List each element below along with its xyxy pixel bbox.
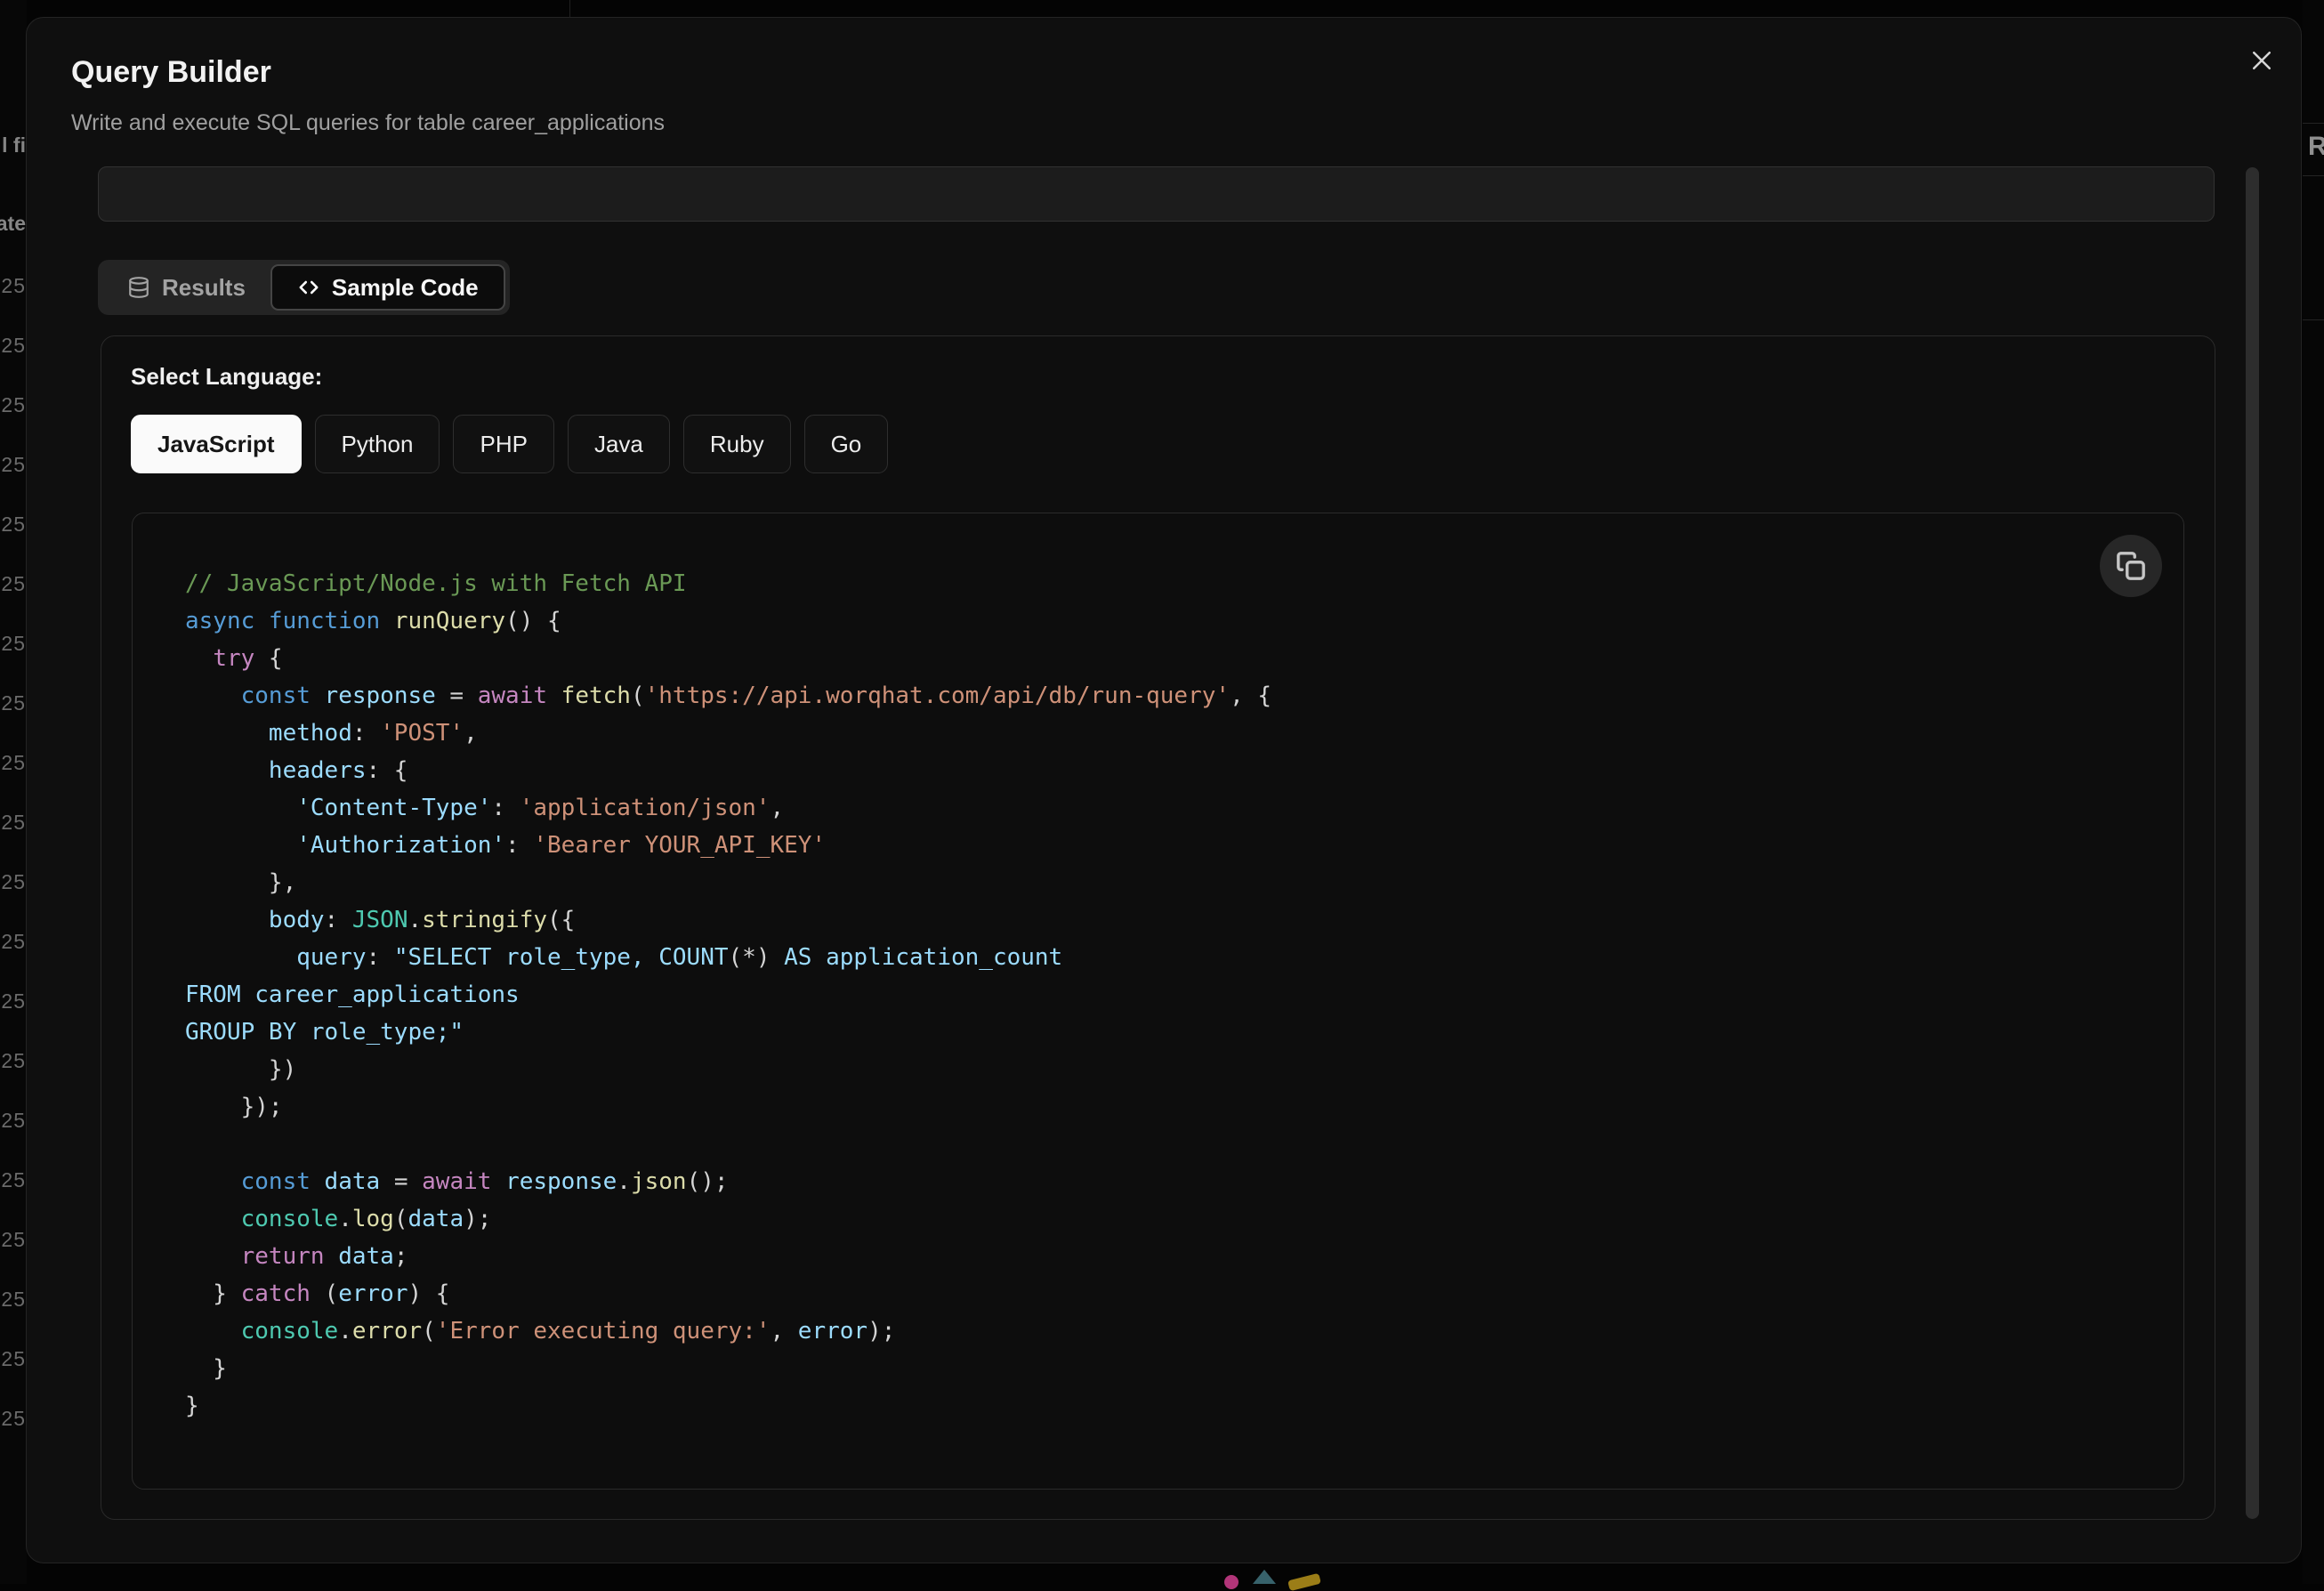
- background-right-hairline: [2303, 175, 2324, 176]
- code-line: method: 'POST',: [185, 715, 2148, 752]
- background-right-fragment: R: [2308, 132, 2324, 162]
- code-line: console.error('Error executing query:', …: [185, 1312, 2148, 1350]
- tab-sample-code-label: Sample Code: [332, 274, 479, 302]
- code-line: const data = await response.json();: [185, 1163, 2148, 1200]
- code-line: body: JSON.stringify({: [185, 901, 2148, 939]
- tab-results-label: Results: [162, 274, 246, 302]
- code-line: 'Content-Type': 'application/json',: [185, 789, 2148, 827]
- language-button-ruby[interactable]: Ruby: [683, 415, 791, 473]
- sample-code-panel: Select Language: JavaScript Python PHP J…: [101, 335, 2215, 1520]
- language-button-python[interactable]: Python: [315, 415, 440, 473]
- code-line: // JavaScript/Node.js with Fetch API: [185, 565, 2148, 602]
- background-left-table-row: 025: [0, 1407, 26, 1431]
- background-left-table-row: 025: [0, 751, 26, 775]
- code-line: 'Authorization': 'Bearer YOUR_API_KEY': [185, 827, 2148, 864]
- background-left-table-row: 025: [0, 1168, 26, 1192]
- code-line: FROM career_applications: [185, 976, 2148, 1014]
- language-button-row: JavaScript Python PHP Java Ruby Go: [131, 415, 888, 473]
- dialog-subtitle: Write and execute SQL queries for table …: [71, 110, 665, 136]
- code-line: }: [185, 1350, 2148, 1387]
- background-left-fragment: ate: [0, 212, 26, 236]
- code-line: }): [185, 1051, 2148, 1088]
- sql-query-editor[interactable]: [98, 166, 2215, 222]
- tab-results[interactable]: Results: [102, 264, 270, 311]
- background-left-fragment: l fi: [2, 133, 26, 157]
- code-line: console.log(data);: [185, 1200, 2148, 1238]
- background-divider: [569, 0, 570, 17]
- close-icon: [2248, 47, 2275, 74]
- database-icon: [127, 276, 150, 299]
- results-samplecode-tabs: Results Sample Code: [98, 260, 510, 315]
- code-line: }: [185, 1387, 2148, 1425]
- code-sample-block: // JavaScript/Node.js with Fetch APIasyn…: [132, 513, 2184, 1490]
- background-left-table-row: 025: [0, 453, 26, 477]
- background-left-table-row: 025: [0, 632, 26, 656]
- background-table-right-edge: R: [2303, 0, 2324, 1584]
- background-left-table-row: 025: [0, 1109, 26, 1133]
- background-left-table-row: 025: [0, 1228, 26, 1252]
- background-left-table-row: 025: [0, 1049, 26, 1073]
- code-line: });: [185, 1088, 2148, 1126]
- modal-scrollbar-thumb[interactable]: [2246, 167, 2259, 1519]
- language-button-java[interactable]: Java: [568, 415, 670, 473]
- background-left-table-row: 025: [0, 572, 26, 596]
- code-line: query: "SELECT role_type, COUNT(*) AS ap…: [185, 939, 2148, 976]
- language-button-go[interactable]: Go: [804, 415, 889, 473]
- background-left-table-row: 025: [0, 691, 26, 715]
- background-left-table-row: 025: [0, 811, 26, 835]
- code-line: },: [185, 864, 2148, 901]
- background-left-table-row: 025: [0, 930, 26, 954]
- background-left-table-row: 025: [0, 1288, 26, 1312]
- dialog-title: Query Builder: [71, 55, 271, 90]
- background-left-table-row: 025: [0, 989, 26, 1014]
- background-left-table-row: 025: [0, 1347, 26, 1371]
- query-builder-dialog: Query Builder Write and execute SQL quer…: [26, 17, 2302, 1563]
- close-button[interactable]: [2242, 41, 2281, 80]
- code-content: // JavaScript/Node.js with Fetch APIasyn…: [185, 565, 2148, 1453]
- language-button-javascript[interactable]: JavaScript: [131, 415, 302, 473]
- background-left-table-row: 025: [0, 870, 26, 894]
- background-bottom-fragment-teal: [1253, 1570, 1276, 1584]
- tab-sample-code[interactable]: Sample Code: [270, 264, 505, 311]
- code-line: try {: [185, 640, 2148, 677]
- language-button-php[interactable]: PHP: [453, 415, 553, 473]
- background-left-table-row: 025: [0, 274, 26, 298]
- background-left-table-row: 025: [0, 513, 26, 537]
- background-table-left-edge: l fi ate 025 025 025 025 025 025 025 025 025 025 025…: [0, 0, 27, 1584]
- background-bottom-fragment-pink: [1224, 1575, 1239, 1589]
- code-line: headers: {: [185, 752, 2148, 789]
- background-bottom-fragment-yellow: [1287, 1573, 1321, 1591]
- select-language-label: Select Language:: [131, 363, 322, 391]
- background-right-hairline: [2303, 123, 2324, 124]
- background-right-hairline: [2303, 319, 2324, 320]
- code-line: [185, 1126, 2148, 1163]
- code-icon: [297, 276, 320, 299]
- code-line: GROUP BY role_type;": [185, 1014, 2148, 1051]
- code-line: return data;: [185, 1238, 2148, 1275]
- code-line: const response = await fetch('https://ap…: [185, 677, 2148, 715]
- code-line: async function runQuery() {: [185, 602, 2148, 640]
- background-left-table-row: 025: [0, 393, 26, 417]
- code-line: } catch (error) {: [185, 1275, 2148, 1312]
- background-left-table-row: 025: [0, 334, 26, 358]
